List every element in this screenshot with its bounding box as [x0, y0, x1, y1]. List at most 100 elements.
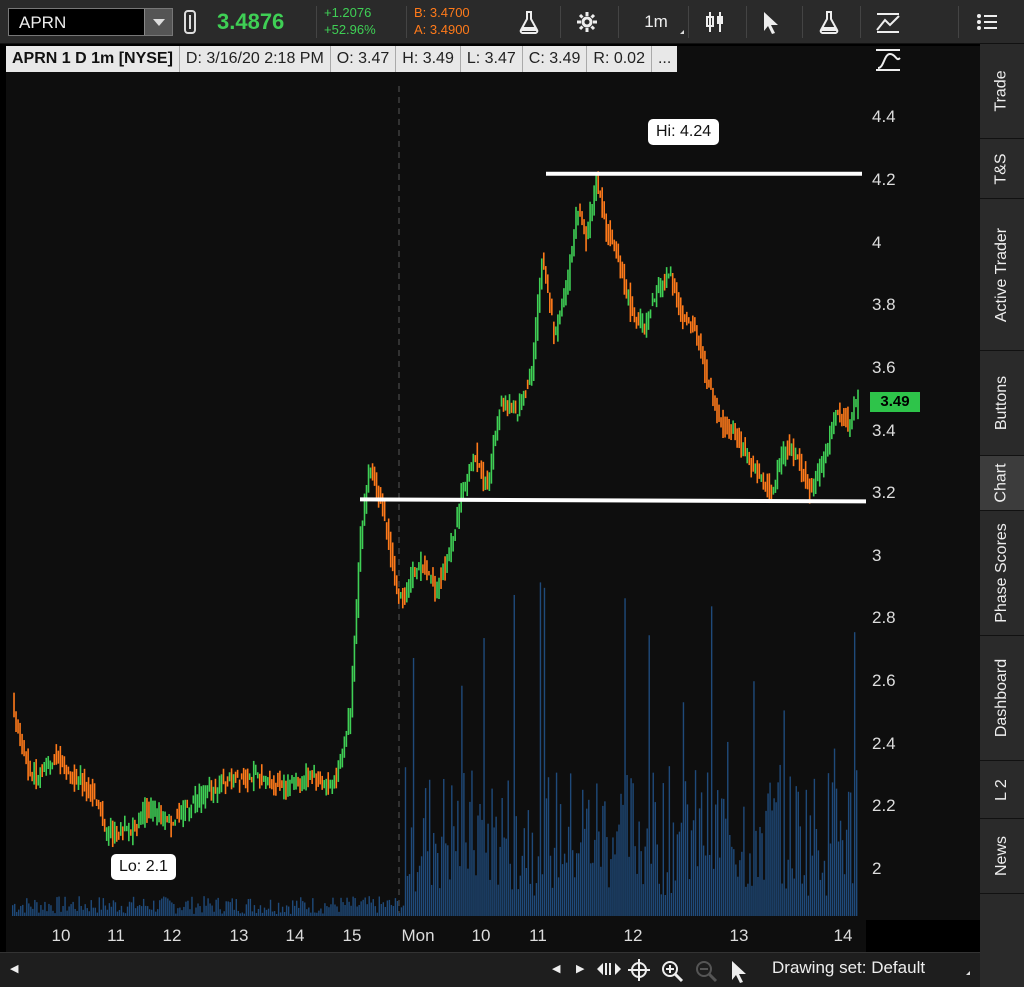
percent-change: +52.96%	[324, 22, 376, 37]
style-icon[interactable]	[874, 48, 902, 77]
more-info-button[interactable]: ...	[652, 46, 677, 72]
price-axis[interactable]: 4.4 4.2 4 3.8 3.6 3.4 3.2 3 2.8 2.6 2.4 2.2 2 3.49	[866, 46, 980, 920]
flask-icon[interactable]	[814, 6, 844, 38]
tab-trade[interactable]: Trade	[980, 44, 1024, 139]
tab-t-s[interactable]: T&S	[980, 139, 1024, 199]
volume-bar	[517, 889, 519, 916]
top-toolbar: APRN 3.4876 +1.2076 +52.96% B: 3.4700 A:…	[0, 0, 1024, 44]
volume-bar	[410, 827, 413, 916]
volume-bar	[52, 910, 54, 916]
expand-icon[interactable]	[596, 959, 622, 985]
volume-bar	[394, 898, 397, 916]
volume-bar	[733, 849, 735, 916]
tab-dashboard[interactable]: Dashboard	[980, 636, 1024, 761]
volume-bar	[60, 911, 62, 916]
volume-bar	[80, 905, 82, 916]
volume-bar	[779, 764, 781, 916]
time-tick-label: 15	[342, 926, 362, 945]
volume-bar	[243, 913, 246, 916]
crosshair-icon[interactable]	[628, 959, 650, 987]
volume-bar	[817, 850, 820, 916]
timeframe-selector[interactable]: 1m	[628, 6, 684, 38]
chevron-down-icon[interactable]	[144, 9, 172, 35]
candlestick-icon[interactable]	[700, 6, 730, 38]
chart-canvas[interactable]: Hi: 4.24 Lo: 2.1	[6, 46, 867, 920]
volume-bar	[479, 803, 481, 916]
volume-bar	[843, 874, 846, 916]
drawing-set-selector[interactable]: Drawing set: Default	[772, 958, 925, 978]
zoom-in-icon[interactable]	[660, 959, 684, 987]
tab-news[interactable]: News	[980, 819, 1024, 894]
symbol-selector[interactable]: APRN	[8, 8, 173, 36]
volume-bar	[22, 904, 24, 916]
tab-label: Phase Scores	[993, 523, 1011, 623]
volume-bar	[273, 911, 276, 916]
volume-bar	[501, 797, 503, 916]
volume-bar	[384, 906, 387, 916]
menu-icon[interactable]	[972, 6, 1002, 38]
toolbar-divider	[958, 6, 959, 38]
volume-bar	[306, 909, 308, 916]
volume-bar	[346, 897, 348, 916]
volume-bar	[634, 846, 636, 916]
drawn-horizontal-line[interactable]	[359, 497, 867, 504]
volume-bar	[175, 913, 177, 916]
volume-bar	[531, 832, 534, 916]
cursor-icon[interactable]	[730, 959, 748, 987]
volume-bar	[328, 907, 330, 916]
price-tick-label: 4.4	[872, 107, 896, 127]
volume-bar	[44, 901, 46, 916]
volume-bar	[563, 853, 566, 916]
volume-bar	[457, 800, 459, 916]
scroll-left-icon[interactable]: ◀	[10, 962, 18, 975]
volume-bar	[332, 897, 334, 916]
tab-label: L 2	[993, 778, 1010, 801]
volume-bar	[799, 826, 801, 916]
volume-bar	[58, 896, 60, 916]
volume-bar	[298, 907, 300, 916]
volume-bar	[108, 903, 111, 916]
volume-bar	[537, 856, 540, 916]
scroll-right-icon[interactable]: ▶	[576, 962, 584, 975]
volume-bar	[557, 877, 560, 916]
volume-bar	[729, 835, 731, 916]
tab-active-trader[interactable]: Active Trader	[980, 199, 1024, 351]
volume-bar	[124, 913, 127, 916]
tab-label: Buttons	[993, 375, 1011, 431]
volume-bar	[507, 780, 509, 916]
cursor-icon[interactable]	[756, 6, 786, 38]
volume-bar	[765, 810, 767, 916]
flask-icon[interactable]	[514, 6, 544, 38]
tab-label: Active Trader	[993, 227, 1011, 322]
volume-bar	[509, 863, 511, 916]
volume-bar	[638, 821, 640, 916]
volume-bar	[437, 853, 439, 916]
time-tick-label: 10	[471, 926, 491, 945]
volume-bar	[485, 852, 487, 916]
tab-buttons[interactable]: Buttons	[980, 351, 1024, 456]
gear-icon[interactable]	[572, 6, 602, 38]
volume-bar	[24, 912, 26, 916]
volume-bar	[422, 818, 425, 916]
tab-l-2[interactable]: L 2	[980, 761, 1024, 819]
volume-bar	[318, 910, 320, 916]
volume-bar	[227, 901, 229, 916]
tab-phase-scores[interactable]: Phase Scores	[980, 511, 1024, 636]
tab-chart[interactable]: Chart	[980, 456, 1024, 511]
volume-bar	[352, 896, 354, 916]
volume-bar	[592, 862, 594, 916]
volume-bar	[404, 767, 407, 916]
scroll-left-icon[interactable]: ◀	[552, 962, 560, 975]
volume-bar	[40, 905, 42, 916]
volume-bar	[618, 824, 620, 916]
zoom-out-icon[interactable]	[694, 959, 718, 987]
link-icon[interactable]	[180, 6, 200, 38]
volume-bar	[432, 832, 435, 916]
price-chart[interactable]	[6, 46, 867, 920]
drawing-icon[interactable]	[872, 6, 906, 38]
volume-bar	[165, 897, 167, 916]
volume-bar	[406, 875, 409, 916]
time-axis[interactable]: 10 11 12 13 14 15 Mon 10 11 12 13 14	[6, 920, 866, 952]
symbol-input[interactable]: APRN	[19, 13, 66, 33]
volume-bar	[408, 874, 411, 916]
